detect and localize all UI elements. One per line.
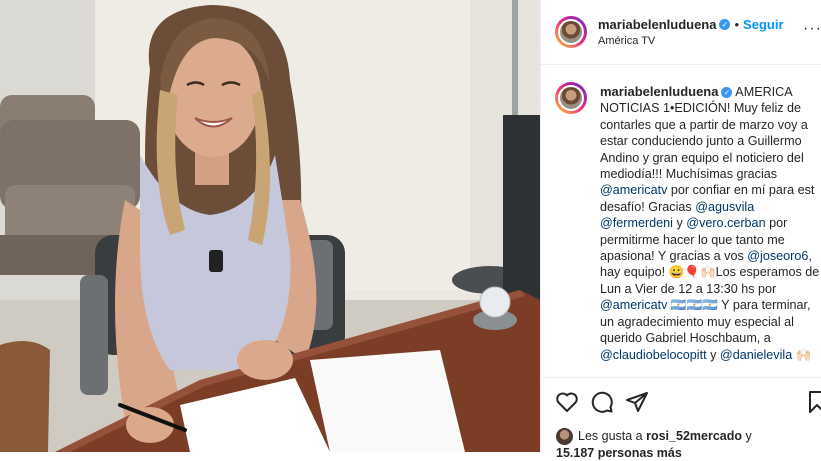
likes-summary: Les gusta a rosi_52mercado y 15.187 pers…: [556, 428, 816, 461]
heart-icon[interactable]: [555, 390, 579, 414]
caption-author-avatar[interactable]: [555, 82, 587, 114]
post-caption: mariabelenluduena ✓ AMERICA NOTICIAS 1•ED…: [600, 84, 821, 363]
caption-mention-link[interactable]: @vero.cerban: [686, 216, 765, 230]
caption-text-segment: y: [706, 347, 720, 362]
liker-username[interactable]: rosi_52mercado: [646, 429, 742, 443]
author-username[interactable]: mariabelenluduena: [598, 17, 716, 32]
comment-icon[interactable]: [590, 390, 614, 414]
caption-text-segment: AMERICA NOTICIAS 1•EDICIÓN! Muy feliz de…: [600, 85, 808, 182]
post-photo[interactable]: [0, 0, 540, 452]
caption-mention-link[interactable]: @americatv: [600, 298, 667, 312]
share-icon[interactable]: [625, 390, 649, 414]
caption-text-segment: 🙌🏻: [792, 347, 812, 362]
caption-text-segment: y: [672, 216, 687, 231]
caption-mention-link[interactable]: @claudiobelocopitt: [600, 348, 707, 362]
likes-prefix: Les gusta a: [578, 429, 647, 443]
post-actions: Les gusta a rosi_52mercado y 15.187 pers…: [541, 377, 821, 460]
header-user-row: mariabelenluduena ✓ • Seguir: [598, 16, 784, 34]
document-sheet-2: [310, 350, 465, 452]
likes-middle: y: [742, 429, 752, 443]
separator-dot: •: [734, 17, 740, 32]
post-location[interactable]: América TV: [598, 35, 655, 47]
post-side-panel: mariabelenluduena ✓ • Seguir América TV ···…: [540, 0, 821, 460]
follow-button[interactable]: Seguir: [743, 17, 783, 32]
caption-mention-link[interactable]: @americatv: [600, 183, 667, 197]
post-header: mariabelenluduena ✓ • Seguir América TV ···: [541, 0, 821, 65]
caption-mention-link[interactable]: @fermerdeni: [600, 216, 673, 230]
likes-count[interactable]: 15.187 personas más: [556, 446, 682, 460]
handbag: [0, 341, 50, 452]
verified-badge-icon: ✓: [721, 87, 733, 99]
author-avatar[interactable]: [555, 16, 587, 48]
verified-badge-icon: ✓: [719, 19, 731, 31]
caption-scroll-area[interactable]: mariabelenluduena ✓ AMERICA NOTICIAS 1•ED…: [541, 65, 821, 377]
caption-mention-link[interactable]: @danielevila: [720, 348, 792, 362]
caption-mention-link[interactable]: @joseoro6: [747, 249, 808, 263]
caption-text: AMERICA NOTICIAS 1•EDICIÓN! Muy feliz de…: [600, 85, 819, 362]
more-options-icon[interactable]: ···: [803, 20, 821, 38]
caption-username[interactable]: mariabelenluduena: [600, 84, 718, 99]
liker-avatar[interactable]: [556, 428, 573, 446]
bookmark-icon[interactable]: [805, 390, 821, 414]
caption-mention-link[interactable]: @agusvila: [695, 200, 754, 214]
photo-scene: [0, 0, 540, 452]
